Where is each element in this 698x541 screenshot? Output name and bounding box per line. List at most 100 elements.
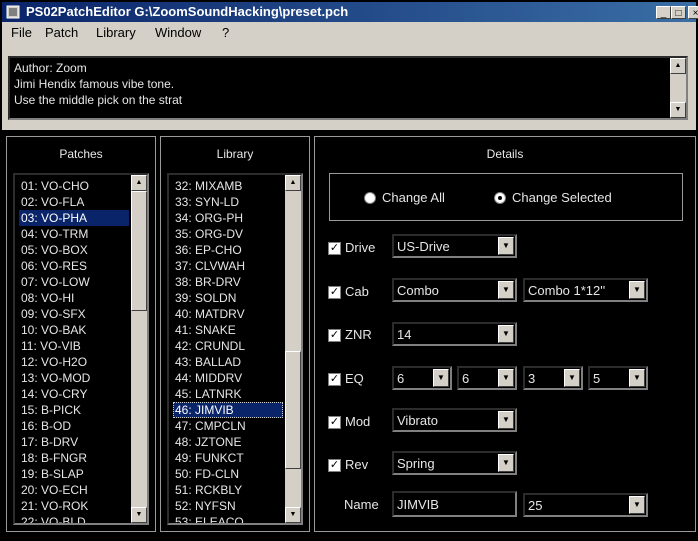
patch-list-item[interactable]: 04: VO-TRM: [19, 226, 129, 242]
chevron-down-icon[interactable]: ▼: [629, 496, 645, 514]
patch-number-select[interactable]: 25 ▼: [523, 493, 648, 517]
patch-list-item[interactable]: 18: B-FNGR: [19, 450, 129, 466]
library-list-item[interactable]: 38: BR-DRV: [173, 274, 283, 290]
library-list-item[interactable]: 48: JZTONE: [173, 434, 283, 450]
minimize-button[interactable]: _: [656, 6, 671, 19]
name-input[interactable]: JIMVIB: [392, 491, 517, 517]
menu-patch[interactable]: Patch: [45, 25, 78, 40]
scroll-up-icon[interactable]: ▲: [131, 175, 147, 191]
patches-list[interactable]: 01: VO-CHO 02: VO-FLA 03: VO-PHA 04: VO-TRM…: [13, 173, 149, 525]
patch-list-item[interactable]: 09: VO-SFX: [19, 306, 129, 322]
patch-list-item[interactable]: 16: B-OD: [19, 418, 129, 434]
library-list-item[interactable]: 39: SOLDN: [173, 290, 283, 306]
library-list-item[interactable]: 50: FD-CLN: [173, 466, 283, 482]
scroll-thumb[interactable]: [131, 191, 147, 311]
chevron-down-icon[interactable]: ▼: [498, 454, 514, 472]
patch-list-item[interactable]: 15: B-PICK: [19, 402, 129, 418]
library-list-item[interactable]: 44: MIDDRV: [173, 370, 283, 386]
patch-list-item[interactable]: 19: B-SLAP: [19, 466, 129, 482]
library-list-item[interactable]: 36: EP-CHO: [173, 242, 283, 258]
library-list-item[interactable]: 49: FUNKCT: [173, 450, 283, 466]
drive-checkbox[interactable]: ✓: [328, 242, 341, 255]
library-list-item[interactable]: 46: JIMVIB: [173, 402, 283, 418]
menu-window[interactable]: Window: [155, 25, 201, 40]
title-bar[interactable]: PS02PatchEditor G:\ZoomSoundHacking\pres…: [2, 2, 698, 22]
patch-list-item[interactable]: 01: VO-CHO: [19, 178, 129, 194]
library-list-item[interactable]: 47: CMPCLN: [173, 418, 283, 434]
library-scrollbar[interactable]: ▲ ▼: [285, 175, 301, 523]
maximize-button[interactable]: □: [671, 6, 686, 19]
scroll-thumb[interactable]: [285, 351, 301, 469]
change-selected-radio[interactable]: [494, 192, 506, 204]
patch-list-item[interactable]: 14: VO-CRY: [19, 386, 129, 402]
change-selected-label[interactable]: Change Selected: [512, 190, 612, 205]
change-all-radio[interactable]: [364, 192, 376, 204]
notes-scrollbar[interactable]: ▲ ▼: [670, 58, 686, 118]
patch-list-item[interactable]: 11: VO-VIB: [19, 338, 129, 354]
library-list-item[interactable]: 40: MATDRV: [173, 306, 283, 322]
chevron-down-icon[interactable]: ▼: [498, 281, 514, 299]
scroll-down-icon[interactable]: ▼: [285, 507, 301, 523]
patch-list-item[interactable]: 20: VO-ECH: [19, 482, 129, 498]
eq-checkbox[interactable]: ✓: [328, 373, 341, 386]
patch-list-item[interactable]: 22: VO-BLD: [19, 514, 129, 523]
mod-select[interactable]: Vibrato ▼: [392, 408, 517, 432]
patch-list-item[interactable]: 03: VO-PHA: [19, 210, 129, 226]
library-list-item[interactable]: 35: ORG-DV: [173, 226, 283, 242]
znr-select[interactable]: 14 ▼: [392, 322, 517, 346]
cab-select[interactable]: Combo ▼: [392, 278, 517, 302]
library-list[interactable]: 32: MIXAMB 33: SYN-LD 34: ORG-PH 35: ORG-DV…: [167, 173, 303, 525]
library-list-item[interactable]: 53: ELEACO: [173, 514, 283, 523]
patches-scrollbar[interactable]: ▲ ▼: [131, 175, 147, 523]
chevron-down-icon[interactable]: ▼: [564, 369, 580, 387]
patch-list-item[interactable]: 13: VO-MOD: [19, 370, 129, 386]
chevron-down-icon[interactable]: ▼: [629, 281, 645, 299]
scroll-up-icon[interactable]: ▲: [285, 175, 301, 191]
eq-select-3[interactable]: 3 ▼: [523, 366, 583, 390]
library-list-item[interactable]: 34: ORG-PH: [173, 210, 283, 226]
change-all-label[interactable]: Change All: [382, 190, 445, 205]
chevron-down-icon[interactable]: ▼: [498, 411, 514, 429]
close-button[interactable]: ×: [688, 6, 698, 19]
chevron-down-icon[interactable]: ▼: [498, 369, 514, 387]
scroll-up-icon[interactable]: ▲: [670, 58, 686, 74]
patch-list-item[interactable]: 08: VO-HI: [19, 290, 129, 306]
eq-select-4[interactable]: 5 ▼: [588, 366, 648, 390]
scroll-down-icon[interactable]: ▼: [670, 102, 686, 118]
library-list-item[interactable]: 41: SNAKE: [173, 322, 283, 338]
patch-list-item[interactable]: 10: VO-BAK: [19, 322, 129, 338]
library-list-item[interactable]: 42: CRUNDL: [173, 338, 283, 354]
library-list-item[interactable]: 51: RCKBLY: [173, 482, 283, 498]
cab-checkbox[interactable]: ✓: [328, 286, 341, 299]
patch-list-item[interactable]: 12: VO-H2O: [19, 354, 129, 370]
patch-list-item[interactable]: 07: VO-LOW: [19, 274, 129, 290]
patch-list-item[interactable]: 05: VO-BOX: [19, 242, 129, 258]
rev-checkbox[interactable]: ✓: [328, 459, 341, 472]
library-list-item[interactable]: 33: SYN-LD: [173, 194, 283, 210]
library-list-item[interactable]: 45: LATNRK: [173, 386, 283, 402]
eq-select-2[interactable]: 6 ▼: [457, 366, 517, 390]
library-list-item[interactable]: 43: BALLAD: [173, 354, 283, 370]
patch-list-item[interactable]: 06: VO-RES: [19, 258, 129, 274]
patch-list-item[interactable]: 17: B-DRV: [19, 434, 129, 450]
chevron-down-icon[interactable]: ▼: [629, 369, 645, 387]
chevron-down-icon[interactable]: ▼: [433, 369, 449, 387]
chevron-down-icon[interactable]: ▼: [498, 325, 514, 343]
menu-file[interactable]: File: [11, 25, 32, 40]
patch-notes-textarea[interactable]: Author: Zoom Jimi Hendix famous vibe ton…: [8, 56, 688, 120]
scroll-down-icon[interactable]: ▼: [131, 507, 147, 523]
chevron-down-icon[interactable]: ▼: [498, 237, 514, 255]
library-list-item[interactable]: 32: MIXAMB: [173, 178, 283, 194]
patch-list-item[interactable]: 21: VO-ROK: [19, 498, 129, 514]
mod-checkbox[interactable]: ✓: [328, 416, 341, 429]
library-list-item[interactable]: 52: NYFSN: [173, 498, 283, 514]
library-list-item[interactable]: 37: CLVWAH: [173, 258, 283, 274]
znr-checkbox[interactable]: ✓: [328, 329, 341, 342]
patch-list-item[interactable]: 02: VO-FLA: [19, 194, 129, 210]
menu-library[interactable]: Library: [96, 25, 136, 40]
cab-model-select[interactable]: Combo 1*12'' ▼: [523, 278, 648, 302]
menu-help[interactable]: ?: [222, 25, 229, 40]
eq-select-1[interactable]: 6 ▼: [392, 366, 452, 390]
rev-select[interactable]: Spring ▼: [392, 451, 517, 475]
drive-select[interactable]: US-Drive ▼: [392, 234, 517, 258]
